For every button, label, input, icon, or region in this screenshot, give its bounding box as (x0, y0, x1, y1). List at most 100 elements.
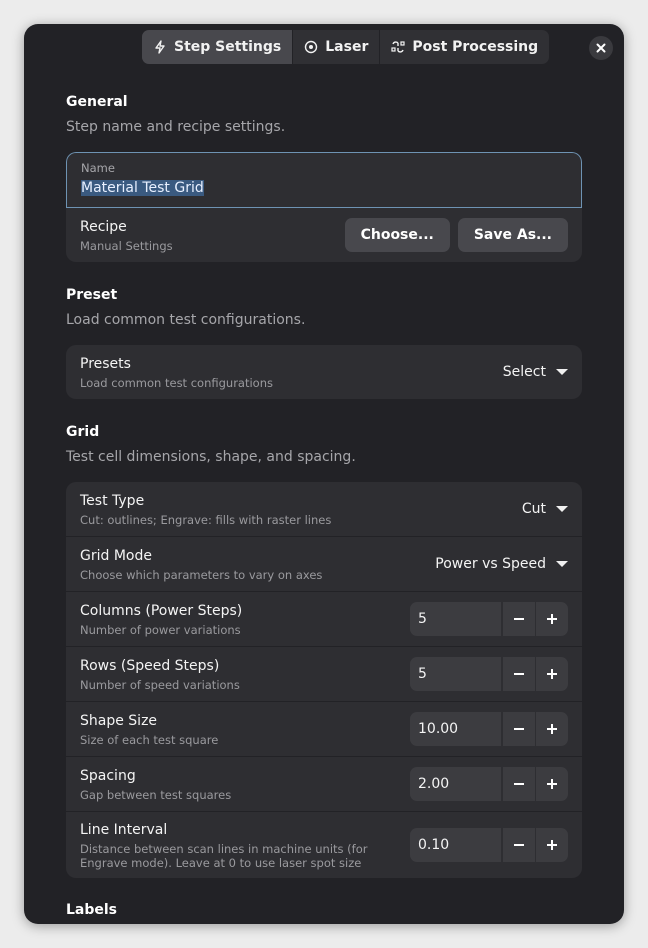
chevron-down-icon (556, 369, 568, 375)
test-type-subtitle: Cut: outlines; Engrave: fills with raste… (80, 512, 332, 527)
shape-size-decrement-button[interactable] (502, 712, 535, 746)
rows-row: Rows (Speed Steps) Number of speed varia… (66, 647, 582, 702)
rows-decrement-button[interactable] (502, 657, 535, 691)
recipe-row: Recipe Manual Settings Choose... Save As… (66, 208, 582, 262)
spacing-row: Spacing Gap between test squares 2.00 (66, 757, 582, 812)
recipe-title: Recipe (80, 218, 127, 235)
test-type-dropdown[interactable]: Cut (522, 501, 568, 517)
test-type-row[interactable]: Test Type Cut: outlines; Engrave: fills … (66, 482, 582, 537)
recipe-subtitle: Manual Settings (80, 238, 173, 253)
section-title-grid: Grid (66, 424, 100, 440)
settings-content: General Step name and recipe settings. N… (66, 94, 582, 920)
tab-laser[interactable]: Laser (293, 30, 381, 64)
grid-mode-dropdown[interactable]: Power vs Speed (435, 556, 568, 572)
presets-subtitle: Load common test configurations (80, 375, 274, 390)
close-button[interactable] (589, 36, 613, 60)
spacing-title: Spacing (80, 767, 136, 784)
dialog-window: Step Settings Laser Post Processing Gene… (24, 24, 624, 924)
columns-text: Columns (Power Steps) Number of power va… (80, 602, 242, 637)
presets-dropdown[interactable]: Select (503, 364, 568, 380)
workflow-icon (391, 41, 405, 53)
columns-input[interactable]: 5 (410, 602, 502, 636)
recipe-buttons: Choose... Save As... (344, 218, 568, 252)
shape-size-increment-button[interactable] (535, 712, 568, 746)
line-interval-stepper: 0.10 (410, 828, 568, 862)
plus-icon (547, 669, 557, 679)
section-desc-general: Step name and recipe settings. (66, 119, 286, 135)
presets-text: Presets Load common test configurations (80, 355, 273, 390)
shape-size-stepper: 10.00 (410, 712, 568, 746)
plus-icon (547, 779, 557, 789)
section-title-labels: Labels (66, 902, 118, 918)
test-type-title: Test Type (80, 492, 145, 509)
preset-card: Presets Load common test configurations … (66, 345, 582, 399)
name-field-value: Material Test Grid (81, 180, 204, 196)
minus-icon (514, 618, 524, 620)
test-type-text: Test Type Cut: outlines; Engrave: fills … (80, 492, 331, 527)
spacing-increment-button[interactable] (535, 767, 568, 801)
section-desc-grid: Test cell dimensions, shape, and spacing… (66, 449, 356, 465)
test-type-value: Cut (521, 501, 546, 517)
line-interval-row: Line Interval Distance between scan line… (66, 812, 582, 878)
tab-label: Step Settings (174, 39, 282, 55)
spacing-subtitle: Gap between test squares (80, 787, 232, 802)
recipe-text: Recipe Manual Settings (80, 218, 173, 253)
save-as-button[interactable]: Save As... (457, 218, 568, 252)
minus-icon (514, 673, 524, 675)
grid-mode-row[interactable]: Grid Mode Choose which parameters to var… (66, 537, 582, 592)
columns-stepper: 5 (410, 602, 568, 636)
line-interval-title: Line Interval (80, 821, 168, 838)
line-interval-text: Line Interval Distance between scan line… (80, 821, 410, 870)
line-interval-decrement-button[interactable] (502, 828, 535, 862)
tab-post-processing[interactable]: Post Processing (380, 30, 549, 64)
line-interval-subtitle: Distance between scan lines in machine u… (80, 841, 368, 870)
columns-decrement-button[interactable] (502, 602, 535, 636)
grid-mode-subtitle: Choose which parameters to vary on axes (80, 567, 323, 582)
spacing-text: Spacing Gap between test squares (80, 767, 231, 802)
tab-step-settings[interactable]: Step Settings (142, 30, 294, 64)
rows-text: Rows (Speed Steps) Number of speed varia… (80, 657, 240, 692)
plus-icon (547, 840, 557, 850)
tab-label: Post Processing (412, 39, 539, 55)
presets-row[interactable]: Presets Load common test configurations … (66, 345, 582, 399)
spacing-stepper: 2.00 (410, 767, 568, 801)
minus-icon (514, 844, 524, 846)
close-icon (596, 43, 606, 53)
grid-mode-text: Grid Mode Choose which parameters to var… (80, 547, 322, 582)
plus-icon (547, 614, 557, 624)
presets-title: Presets (80, 355, 131, 372)
line-interval-input[interactable]: 0.10 (410, 828, 502, 862)
rows-increment-button[interactable] (535, 657, 568, 691)
columns-title: Columns (Power Steps) (80, 602, 243, 619)
view-switcher: Step Settings Laser Post Processing (142, 30, 550, 64)
minus-icon (514, 728, 524, 730)
grid-mode-title: Grid Mode (80, 547, 152, 564)
general-card: Name Material Test Grid Recipe Manual Se… (66, 152, 582, 262)
choose-button[interactable]: Choose... (344, 218, 450, 252)
spacing-input[interactable]: 2.00 (410, 767, 502, 801)
grid-mode-value: Power vs Speed (435, 556, 546, 572)
name-field[interactable]: Name Material Test Grid (66, 152, 582, 208)
line-interval-increment-button[interactable] (535, 828, 568, 862)
grid-card: Test Type Cut: outlines; Engrave: fills … (66, 482, 582, 878)
shape-size-text: Shape Size Size of each test square (80, 712, 218, 747)
rows-stepper: 5 (410, 657, 568, 691)
shape-size-title: Shape Size (80, 712, 158, 729)
name-field-value-wrap: Material Test Grid (81, 179, 567, 198)
bolt-icon (155, 40, 165, 54)
plus-icon (547, 724, 557, 734)
spacing-decrement-button[interactable] (502, 767, 535, 801)
section-title-general: General (66, 94, 128, 110)
rows-input[interactable]: 5 (410, 657, 502, 691)
tab-label: Laser (325, 39, 369, 55)
section-desc-preset: Load common test configurations. (66, 312, 306, 328)
shape-size-row: Shape Size Size of each test square 10.0… (66, 702, 582, 757)
rows-subtitle: Number of speed variations (80, 677, 240, 692)
columns-row: Columns (Power Steps) Number of power va… (66, 592, 582, 647)
section-title-preset: Preset (66, 287, 118, 303)
target-icon (305, 40, 318, 54)
name-field-label: Name (81, 161, 115, 175)
shape-size-input[interactable]: 10.00 (410, 712, 502, 746)
shape-size-subtitle: Size of each test square (80, 732, 219, 747)
columns-increment-button[interactable] (535, 602, 568, 636)
